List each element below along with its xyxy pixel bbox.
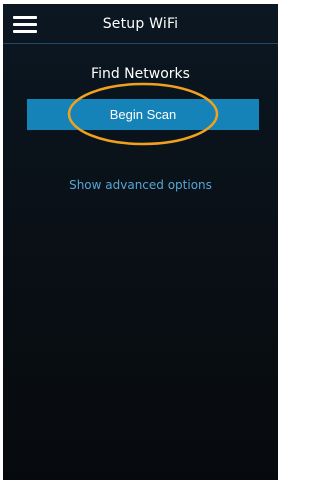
menu-line	[13, 30, 37, 33]
page-title: Setup WiFi	[102, 16, 179, 32]
find-networks-heading: Find Networks	[91, 66, 190, 82]
app-screen: Setup WiFi Find Networks Begin Scan Show…	[3, 4, 278, 480]
hamburger-menu-icon[interactable]	[13, 16, 37, 34]
begin-scan-button[interactable]: Begin Scan	[27, 99, 259, 130]
top-bar: Setup WiFi	[3, 4, 278, 44]
menu-line	[13, 23, 37, 26]
phone-frame: Setup WiFi Find Networks Begin Scan Show…	[0, 0, 281, 484]
show-advanced-options-link[interactable]: Show advanced options	[3, 178, 278, 192]
menu-line	[13, 16, 37, 19]
